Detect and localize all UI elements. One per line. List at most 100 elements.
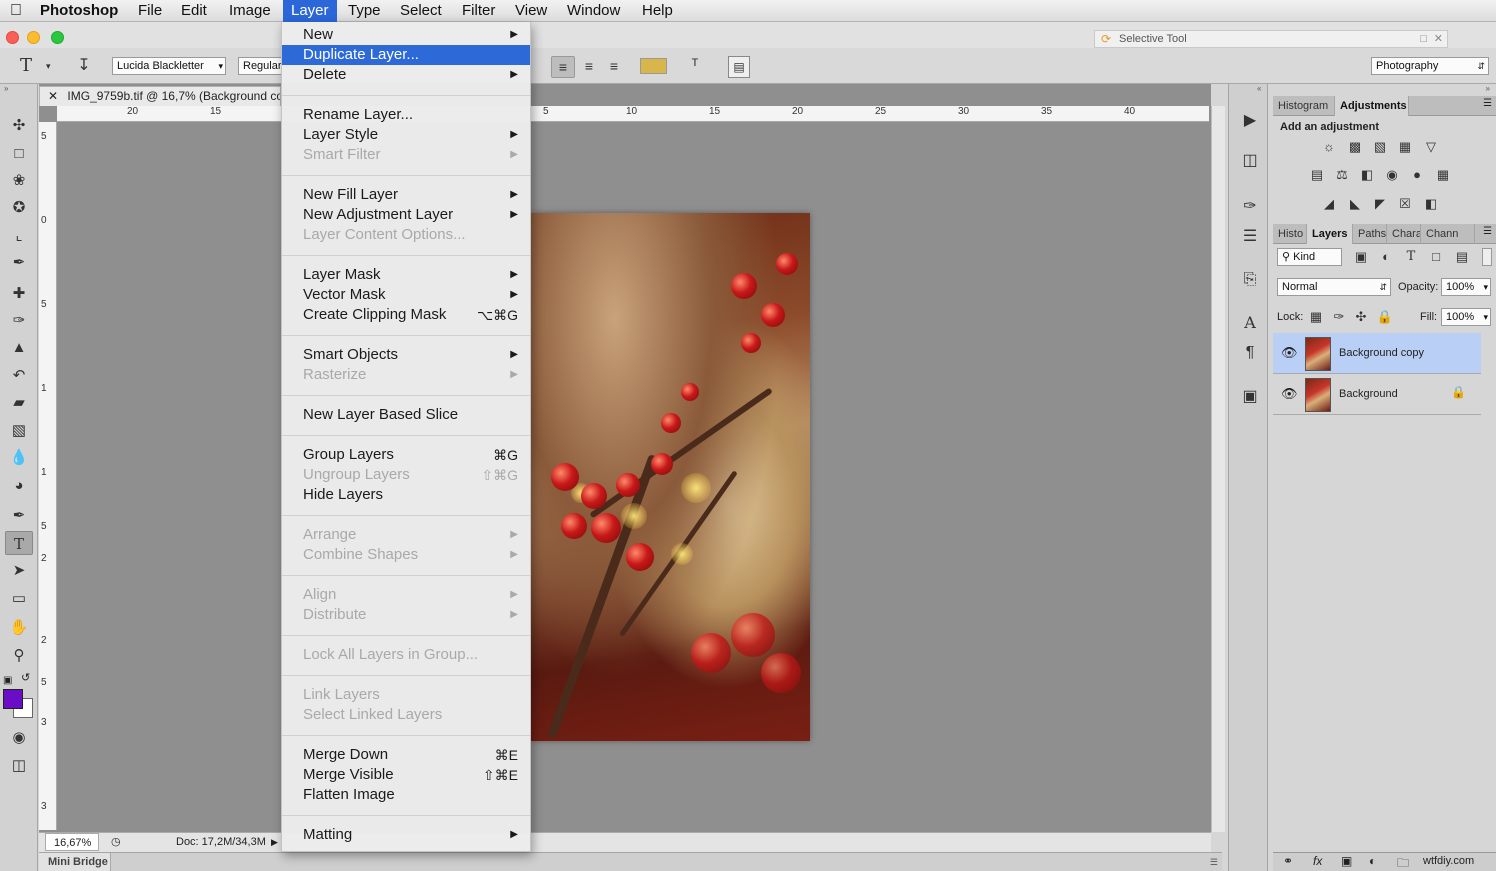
menu-item-distribute[interactable]: Distribute▶ — [282, 605, 530, 625]
channel-mixer-icon[interactable]: ● — [1408, 167, 1426, 183]
menu-select[interactable]: Select — [392, 0, 450, 22]
fill-input[interactable]: 100% ▾ — [1441, 308, 1491, 326]
crop-tool-icon[interactable]: ⌞ — [5, 224, 33, 248]
zoom-level[interactable]: 16,67% — [45, 833, 99, 851]
brush-tool-icon[interactable]: ✑ — [5, 309, 33, 333]
blend-mode-select[interactable]: Normal ⇵ — [1277, 278, 1391, 296]
menu-image[interactable]: Image — [221, 0, 279, 22]
menu-item-combine-shapes[interactable]: Combine Shapes▶ — [282, 545, 530, 565]
menu-item-link-layers[interactable]: Link Layers — [282, 685, 530, 705]
photo-filter-icon[interactable]: ◉ — [1383, 167, 1401, 183]
character-icon[interactable]: A — [1239, 312, 1261, 334]
lock-transparency-icon[interactable]: ▦ — [1307, 309, 1325, 325]
align-center-icon[interactable]: ≡ — [578, 56, 600, 76]
warp-text-icon[interactable]: ᵀ — [684, 56, 706, 76]
black-white-icon[interactable]: ◧ — [1358, 167, 1376, 183]
menu-item-select-linked-layers[interactable]: Select Linked Layers — [282, 705, 530, 725]
foreground-color-swatch[interactable] — [3, 689, 23, 709]
layer-name[interactable]: Background — [1339, 388, 1398, 400]
type-tool-preset-icon[interactable]: T — [20, 56, 32, 76]
history-icon[interactable]: ⎘ — [1239, 269, 1261, 291]
workspace-select[interactable]: Photography ⇵ — [1371, 57, 1489, 75]
panel-menu-icon[interactable]: ☰ — [1483, 98, 1492, 109]
menu-item-rasterize[interactable]: Rasterize▶ — [282, 365, 530, 385]
gradient-map-icon[interactable]: ◧ — [1422, 196, 1440, 212]
brightness-contrast-icon[interactable]: ☼ — [1320, 139, 1338, 155]
panel-menu-icon[interactable]: ☰ — [1210, 853, 1218, 871]
menu-filter[interactable]: Filter — [454, 0, 503, 22]
menu-item-new-adjustment-layer[interactable]: New Adjustment Layer▶ — [282, 205, 530, 225]
invert-icon[interactable]: ◢ — [1320, 196, 1338, 212]
menu-item-new-fill-layer[interactable]: New Fill Layer▶ — [282, 185, 530, 205]
link-layers-icon[interactable]: ⚭ — [1283, 854, 1293, 868]
quick-select-tool-icon[interactable]: ✪ — [5, 196, 33, 220]
menu-item-smart-filter[interactable]: Smart Filter▶ — [282, 145, 530, 165]
tab-channels[interactable]: Chann — [1421, 224, 1475, 244]
tab-character[interactable]: Chara — [1387, 224, 1421, 244]
layer-name[interactable]: Background copy — [1339, 347, 1424, 359]
eraser-tool-icon[interactable]: ▰ — [5, 391, 33, 415]
marquee-tool-icon[interactable]: □ — [5, 142, 33, 166]
path-select-tool-icon[interactable]: ➤ — [5, 559, 33, 583]
blur-tool-icon[interactable]: 💧 — [5, 446, 33, 470]
close-icon[interactable]: ✕ — [1434, 31, 1443, 47]
lock-position-icon[interactable]: ✣ — [1352, 309, 1370, 325]
eyedropper-tool-icon[interactable]: ✒ — [5, 251, 33, 275]
dodge-tool-icon[interactable]: ◕ — [5, 474, 33, 498]
menu-item-delete[interactable]: Delete▶ — [282, 65, 530, 85]
history-brush-tool-icon[interactable]: ↶ — [5, 364, 33, 388]
menu-edit[interactable]: Edit — [173, 0, 215, 22]
menu-item-new-layer-based-slice[interactable]: New Layer Based Slice — [282, 405, 530, 425]
close-tab-icon[interactable]: ✕ — [48, 89, 58, 103]
panel-menu-icon[interactable]: ☰ — [1483, 226, 1492, 237]
default-colors-icon[interactable]: ▣ — [3, 675, 12, 686]
menu-item-group-layers[interactable]: Group Layers⌘G — [282, 445, 530, 465]
eye-icon[interactable]: 👁 — [1281, 386, 1298, 402]
menu-item-align[interactable]: Align▶ — [282, 585, 530, 605]
curves-icon[interactable]: ▧ — [1371, 139, 1389, 155]
posterize-icon[interactable]: ◣ — [1346, 196, 1364, 212]
menu-item-duplicate-layer[interactable]: Duplicate Layer... — [282, 45, 530, 65]
quick-mask-icon[interactable]: ◉ — [5, 726, 33, 750]
type-tool-icon[interactable]: T — [5, 531, 33, 555]
color-balance-icon[interactable]: ⚖ — [1333, 167, 1351, 183]
preset-dropdown-icon[interactable]: ▾ — [46, 56, 51, 76]
hue-saturation-icon[interactable]: ▤ — [1308, 167, 1326, 183]
screen-mode-icon[interactable]: ◫ — [5, 754, 33, 778]
apple-menu-icon[interactable]:  — [2, 0, 30, 22]
clone-source-icon[interactable]: ◫ — [1239, 150, 1261, 172]
add-mask-icon[interactable]: ▣ — [1341, 854, 1352, 868]
font-family-select[interactable]: Lucida Blackletter ▾ — [112, 57, 226, 75]
move-tool-icon[interactable]: ✣ — [5, 114, 33, 138]
restore-icon[interactable]: □ — [1420, 31, 1427, 47]
lock-image-icon[interactable]: ✑ — [1330, 309, 1348, 325]
filter-adjustment-icon[interactable]: ◐ — [1377, 249, 1395, 265]
menu-layer[interactable]: Layer — [283, 0, 337, 22]
menu-item-ungroup-layers[interactable]: Ungroup Layers⇧⌘G — [282, 465, 530, 485]
menu-photoshop[interactable]: Photoshop — [32, 0, 126, 22]
lasso-tool-icon[interactable]: ❀ — [5, 169, 33, 193]
layer-filter-select[interactable]: ⚲ Kind — [1277, 248, 1342, 266]
menu-item-layer-style[interactable]: Layer Style▶ — [282, 125, 530, 145]
menu-file[interactable]: File — [130, 0, 170, 22]
status-info-icon[interactable]: ◷ — [111, 833, 121, 851]
exposure-icon[interactable]: ▦ — [1396, 139, 1414, 155]
tab-paths[interactable]: Paths — [1353, 224, 1387, 244]
menu-item-layer-mask[interactable]: Layer Mask▶ — [282, 265, 530, 285]
brush-presets-icon[interactable]: ✑ — [1239, 196, 1261, 218]
threshold-icon[interactable]: ◤ — [1371, 196, 1389, 212]
tab-adjustments[interactable]: Adjustments — [1335, 96, 1409, 116]
adjustment-layer-icon[interactable]: ◐ — [1369, 854, 1376, 868]
menu-item-layer-content-options[interactable]: Layer Content Options... — [282, 225, 530, 245]
tab-layers[interactable]: Layers — [1307, 224, 1353, 244]
zoom-window-button[interactable] — [51, 31, 64, 44]
menu-window[interactable]: Window — [559, 0, 628, 22]
font-style-select[interactable]: Regular — [238, 57, 282, 75]
styles-icon[interactable]: ▣ — [1239, 386, 1261, 408]
expand-panels-icon[interactable]: » — [1486, 84, 1490, 93]
filter-pixel-icon[interactable]: ▣ — [1352, 249, 1370, 265]
stamp-tool-icon[interactable]: ▲ — [5, 336, 33, 360]
paragraph-icon[interactable]: ¶ — [1239, 342, 1261, 364]
document-tab[interactable]: ✕ IMG_9759b.tif @ 16,7% (Background cop — [39, 86, 281, 106]
collapse-dock-icon[interactable]: « — [1257, 84, 1261, 93]
